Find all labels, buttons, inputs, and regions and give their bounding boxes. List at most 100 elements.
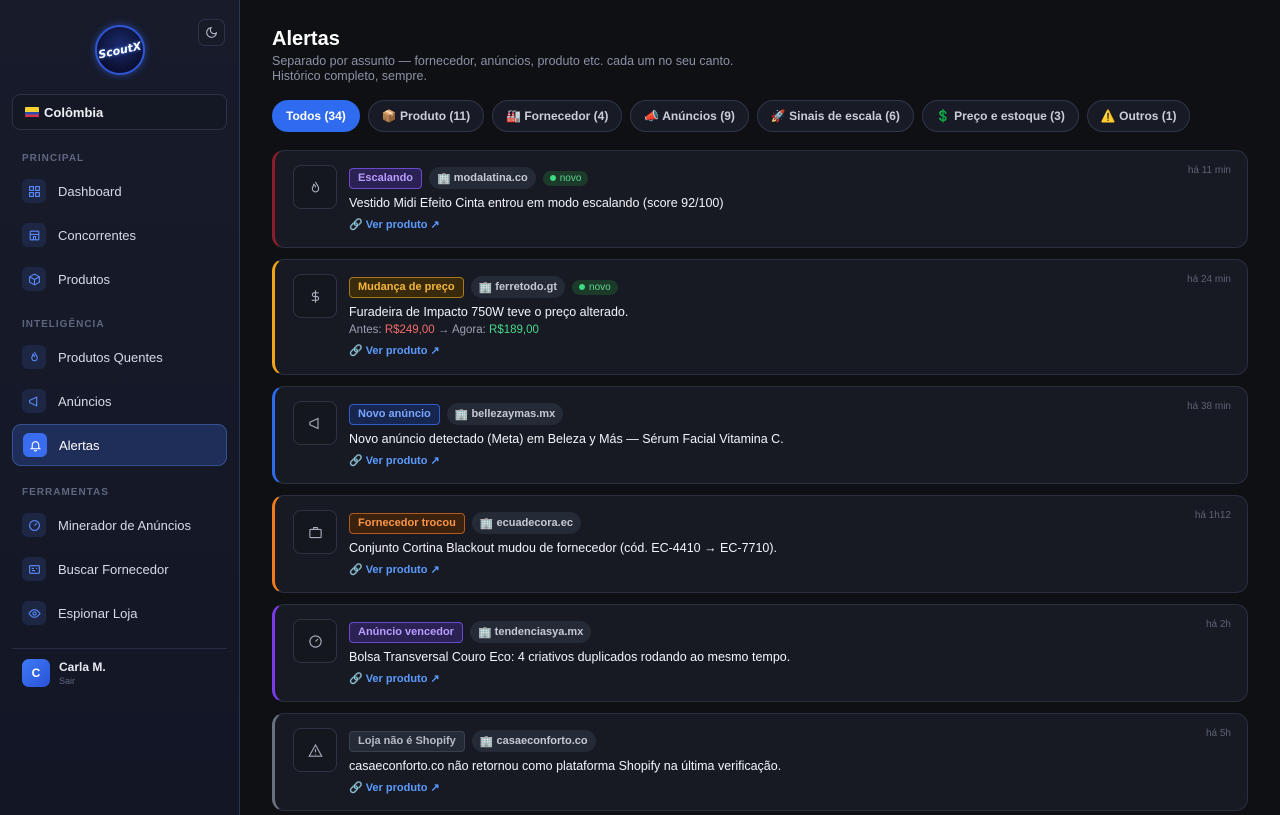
store-name: ferretodo.gt — [495, 281, 558, 293]
tab-sinais-de-escala[interactable]: 🚀 Sinais de escala (6) — [756, 100, 914, 132]
tab-fornecedor[interactable]: 🏭 Fornecedor (4) — [492, 100, 623, 132]
sidebar-item-anuncios[interactable]: Anúncios — [12, 380, 227, 422]
view-product-label: Ver produto ↗ — [365, 564, 440, 576]
new-price: R$189,00 — [489, 324, 539, 336]
alert-time: há 24 min — [1187, 274, 1231, 285]
view-product-link[interactable]: 🔗 Ver produto ↗ — [349, 344, 1235, 357]
gauge-icon — [308, 634, 322, 648]
store-chip[interactable]: 🏢 ecuadecora.ec — [471, 512, 581, 534]
sidebar-item-produtos[interactable]: Produtos — [12, 258, 227, 300]
user-profile[interactable]: C Carla M. Sair — [22, 659, 106, 687]
megaphone-icon — [22, 389, 46, 413]
store-icon — [22, 223, 46, 247]
store-name: tendenciasya.mx — [494, 626, 584, 638]
tab-preco-e-estoque[interactable]: 💲 Preço e estoque (3) — [921, 100, 1079, 132]
sidebar-item-produtos-quentes[interactable]: Produtos Quentes — [12, 336, 227, 378]
store-chip[interactable]: 🏢 ferretodo.gt — [470, 276, 566, 298]
sidebar-item-label: Anúncios — [58, 393, 112, 409]
view-product-label: Ver produto ↗ — [365, 345, 440, 357]
tab-todos[interactable]: Todos (34) — [272, 100, 360, 132]
alert-type-badge: Anúncio vencedor — [349, 621, 463, 643]
sidebar-item-label: Produtos Quentes — [58, 349, 163, 365]
sidebar-item-espionar-loja[interactable]: Espionar Loja — [12, 592, 227, 634]
flame-icon — [311, 181, 319, 192]
scoutx-logo[interactable]: ScoutX — [95, 25, 145, 75]
megaphone-icon — [308, 417, 319, 429]
alert-icon-box — [293, 728, 337, 772]
tab-outros[interactable]: ⚠️ Outros (1) — [1086, 100, 1191, 132]
store-chip[interactable]: 🏢 modalatina.co — [429, 167, 536, 189]
sidebar-item-label: Buscar Fornecedor — [58, 561, 169, 577]
alert-message: Bolsa Transversal Couro Eco: 4 criativos… — [349, 650, 791, 664]
alert-card[interactable]: Loja não é Shopify 🏢 casaeconforto.co cas… — [272, 713, 1248, 811]
alert-message: Furadeira de Impacto 750W teve o preço a… — [349, 305, 629, 319]
price-after-label: Agora: — [451, 324, 486, 336]
flame-icon — [22, 345, 46, 369]
country-selector[interactable]: Colômbia — [12, 94, 227, 130]
price-change: Antes: R$249,00 → Agora: R$189,00 — [349, 324, 1235, 336]
price-arrow: → — [437, 324, 450, 336]
filter-tabs: Todos (34) 📦 Produto (11) 🏭 Fornecedor (… — [272, 100, 1191, 132]
price-before-label: Antes: — [349, 324, 382, 336]
store-name: casaeconforto.co — [496, 735, 588, 747]
sidebar-item-minerador[interactable]: Minerador de Anúncios — [12, 504, 227, 546]
old-price: R$249,00 — [384, 324, 435, 336]
link-icon: 🔗 — [349, 219, 363, 231]
alert-card[interactable]: Fornecedor trocou 🏢 ecuadecora.ec Conjunt… — [272, 495, 1248, 593]
id-card-icon — [22, 557, 46, 581]
view-product-link[interactable]: 🔗 Ver produto ↗ — [349, 563, 1235, 576]
view-product-link[interactable]: 🔗 Ver produto ↗ — [349, 781, 1235, 794]
alert-icon-box — [293, 165, 337, 209]
sidebar-item-concorrentes[interactable]: Concorrentes — [12, 214, 227, 256]
new-dot-icon — [549, 175, 556, 181]
building-icon: 🏢 — [454, 408, 469, 421]
alert-type-badge: Loja não é Shopify — [349, 730, 465, 752]
section-ferramentas: FERRAMENTAS — [22, 487, 109, 498]
briefcase-icon — [308, 526, 322, 538]
view-product-label: Ver produto ↗ — [365, 673, 440, 685]
view-product-label: Ver produto ↗ — [365, 455, 440, 467]
avatar: C — [22, 659, 50, 687]
alert-message: Novo anúncio detectado (Meta) em Beleza … — [349, 432, 784, 446]
country-label: Colômbia — [44, 104, 104, 120]
dollar-icon — [311, 289, 319, 303]
moon-icon — [206, 26, 218, 38]
sidebar-item-label: Concorrentes — [58, 227, 137, 243]
alert-card[interactable]: Mudança de preço 🏢 ferretodo.gt novo Fura… — [272, 259, 1248, 375]
new-label: novo — [559, 172, 582, 184]
logo-text: ScoutX — [97, 39, 143, 61]
sidebar-item-label: Alertas — [59, 437, 100, 453]
warning-icon — [307, 743, 323, 757]
gauge-icon — [22, 513, 46, 537]
alert-type-badge: Novo anúncio — [349, 403, 440, 425]
view-product-link[interactable]: 🔗 Ver produto ↗ — [349, 672, 1235, 685]
view-product-link[interactable]: 🔗 Ver produto ↗ — [349, 454, 1235, 467]
sidebar-item-dashboard[interactable]: Dashboard — [12, 170, 227, 212]
main-content: Alertas Separado por assunto — fornecedo… — [240, 0, 1280, 815]
building-icon: 🏢 — [437, 172, 451, 185]
sidebar-item-alertas[interactable]: Alertas — [12, 424, 227, 466]
building-icon: 🏢 — [479, 517, 494, 530]
tab-anuncios[interactable]: 📣 Anúncios (9) — [630, 100, 749, 132]
theme-toggle-button[interactable] — [198, 19, 225, 46]
tab-produto[interactable]: 📦 Produto (11) — [367, 100, 485, 132]
store-chip[interactable]: 🏢 bellezaymas.mx — [446, 403, 564, 425]
alert-time: há 11 min — [1187, 165, 1231, 176]
alert-card[interactable]: Anúncio vencedor 🏢 tendenciasya.mx Bolsa … — [272, 604, 1248, 702]
view-product-link[interactable]: 🔗 Ver produto ↗ — [349, 218, 1235, 231]
alert-message: casaeconforto.co não retornou como plata… — [349, 759, 782, 773]
building-icon: 🏢 — [477, 626, 492, 639]
logout-link[interactable]: Sair — [59, 676, 106, 686]
building-icon: 🏢 — [478, 281, 493, 294]
alert-card[interactable]: Novo anúncio 🏢 bellezaymas.mx Novo anúnci… — [272, 386, 1248, 484]
new-label: novo — [589, 281, 611, 293]
alert-icon-box — [293, 274, 337, 318]
alert-card[interactable]: Escalando 🏢 modalatina.co novo Vestido Mi… — [272, 150, 1248, 248]
store-chip[interactable]: 🏢 tendenciasya.mx — [469, 621, 592, 643]
store-chip[interactable]: 🏢 casaeconforto.co — [471, 730, 596, 752]
sidebar-item-label: Produtos — [58, 271, 111, 287]
sidebar: ScoutX Colômbia PRINCIPAL Dashboard Conc… — [0, 0, 240, 815]
section-inteligencia: INTELIGÊNCIA — [22, 319, 105, 330]
sidebar-item-buscar-fornecedor[interactable]: Buscar Fornecedor — [12, 548, 227, 590]
link-icon: 🔗 — [349, 455, 363, 467]
